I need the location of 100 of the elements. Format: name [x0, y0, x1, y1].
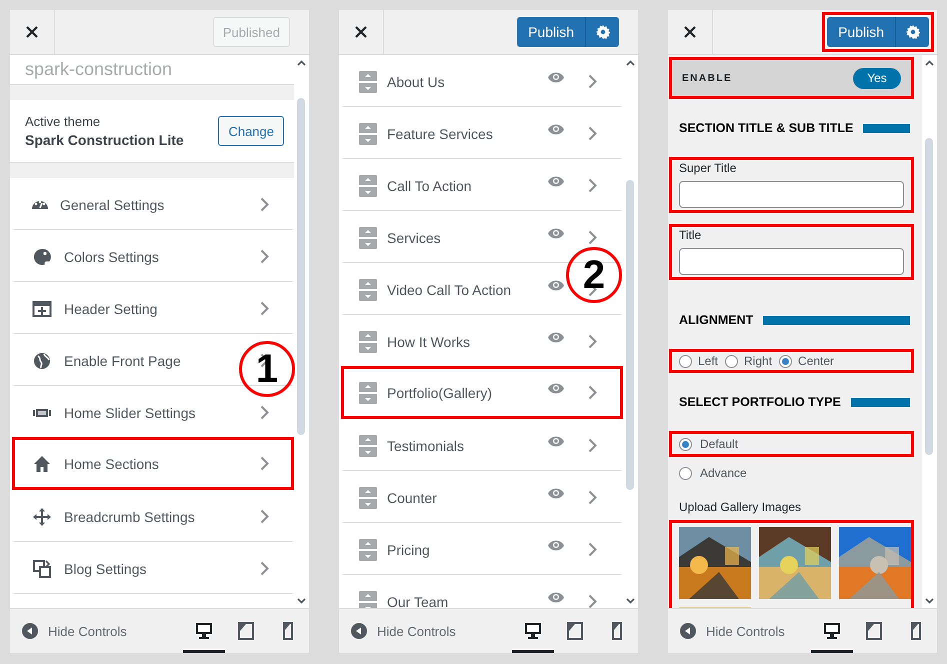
menu-item[interactable]: Call To Action [341, 158, 623, 211]
field-label: Upload Gallery Images [679, 500, 802, 514]
eye-icon[interactable] [548, 592, 564, 603]
publish-button[interactable]: Publish [517, 17, 585, 47]
radio-button[interactable] [679, 354, 692, 368]
settings-icon [906, 25, 920, 39]
radio-button[interactable] [679, 438, 692, 450]
close-icon [684, 26, 696, 38]
accent-bar [863, 124, 910, 132]
accent-bar [850, 398, 910, 406]
chevron-icon [588, 490, 597, 505]
scroll-up-icon[interactable] [297, 60, 306, 66]
section-icon [359, 278, 377, 300]
desktop-icon [524, 622, 542, 640]
menu-item[interactable]: Blog Settings [12, 541, 294, 594]
eye-icon[interactable] [548, 228, 564, 239]
menu-item[interactable]: About Us [341, 55, 623, 107]
palette-icon [32, 246, 52, 266]
menu-item[interactable]: Counter [341, 470, 623, 523]
copy-icon [32, 558, 52, 578]
menu-item[interactable]: Header Setting [12, 281, 294, 334]
section-icon [359, 330, 377, 352]
radio-button[interactable] [679, 466, 692, 480]
section-icon [359, 226, 377, 248]
eye-icon[interactable] [548, 488, 564, 499]
close-icon [26, 26, 38, 38]
scroll-down-icon[interactable] [626, 598, 635, 604]
field-label: Super Title [679, 161, 738, 175]
menu-item[interactable]: Testimonials [341, 418, 623, 471]
menu-item[interactable]: Pricing [341, 522, 623, 575]
section-icon [359, 434, 377, 456]
radio-label: Advance [700, 466, 747, 480]
chevron-icon [260, 249, 269, 264]
scrollbar[interactable] [922, 55, 937, 608]
scroll-down-icon[interactable] [925, 598, 934, 604]
scroll-down-icon[interactable] [297, 598, 306, 604]
menu-item[interactable]: Colors Settings [12, 229, 294, 282]
chevron-icon [588, 334, 597, 349]
callout-number: 1 [239, 341, 295, 397]
hide-controls-button[interactable]: Hide Controls [680, 623, 811, 639]
text-field[interactable] [679, 181, 904, 208]
eye-icon[interactable] [548, 383, 564, 394]
text-field[interactable] [679, 248, 904, 275]
tablet-icon [865, 622, 883, 640]
change-button[interactable]: Change [218, 116, 284, 146]
chevron-icon [260, 197, 269, 212]
chevron-icon [260, 561, 269, 576]
settings-button[interactable] [895, 17, 929, 47]
desktop-icon [823, 622, 841, 640]
scroll-up-icon[interactable] [925, 60, 934, 66]
chevron-icon [260, 456, 269, 471]
tablet-icon [237, 622, 255, 640]
toggle-switch[interactable]: Yes [853, 68, 901, 88]
gauge-icon [32, 200, 48, 209]
section-icon [359, 382, 377, 404]
scroll-up-icon[interactable] [626, 60, 635, 66]
hide-controls-button[interactable]: Hide Controls [22, 623, 183, 639]
eye-icon[interactable] [548, 540, 564, 551]
section-heading: ALIGNMENT [679, 313, 754, 327]
chevron-icon [588, 74, 597, 89]
eye-icon[interactable] [548, 176, 564, 187]
enable-label: ENABLE [682, 72, 732, 84]
chevron-icon [588, 594, 597, 608]
radio-label: Center [798, 354, 834, 368]
hide-controls-button[interactable]: Hide Controls [351, 623, 512, 639]
radio-label: Right [744, 354, 772, 368]
tablet-icon [566, 622, 584, 640]
chevron-icon [260, 301, 269, 316]
globe-icon [32, 350, 52, 370]
chevron-icon [260, 405, 269, 420]
chevron-icon [260, 509, 269, 524]
section-heading: SECTION TITLE & SUB TITLE [679, 121, 854, 135]
publish-button[interactable]: Publish [827, 17, 895, 47]
menu-item[interactable]: Portfolio(Gallery) [341, 366, 623, 419]
radio-button[interactable] [779, 354, 792, 368]
close-icon [355, 26, 367, 38]
home-icon [32, 454, 52, 474]
chevron-icon [588, 126, 597, 141]
settings-button[interactable] [585, 17, 619, 47]
section-icon [359, 590, 377, 608]
chevron-icon [588, 438, 597, 453]
eye-icon[interactable] [548, 332, 564, 343]
move-icon [32, 506, 52, 526]
radio-label: Default [700, 437, 738, 451]
site-title: spark-construction [25, 58, 172, 80]
menu-item[interactable]: How It Works [341, 314, 623, 367]
chevron-icon [588, 385, 597, 400]
radio-button[interactable] [725, 354, 738, 368]
theme-name: Spark Construction Lite [25, 132, 185, 148]
eye-icon[interactable] [548, 124, 564, 135]
eye-icon[interactable] [548, 436, 564, 447]
section-icon [359, 174, 377, 196]
field-label: Title [679, 228, 702, 242]
menu-item[interactable]: Feature Services [341, 106, 623, 159]
section-icon [359, 486, 377, 508]
eye-icon[interactable] [548, 280, 564, 291]
menu-item[interactable]: Home Sections [12, 437, 294, 490]
section-icon [359, 538, 377, 560]
eye-icon[interactable] [548, 72, 564, 83]
header-layout-icon [32, 298, 52, 318]
